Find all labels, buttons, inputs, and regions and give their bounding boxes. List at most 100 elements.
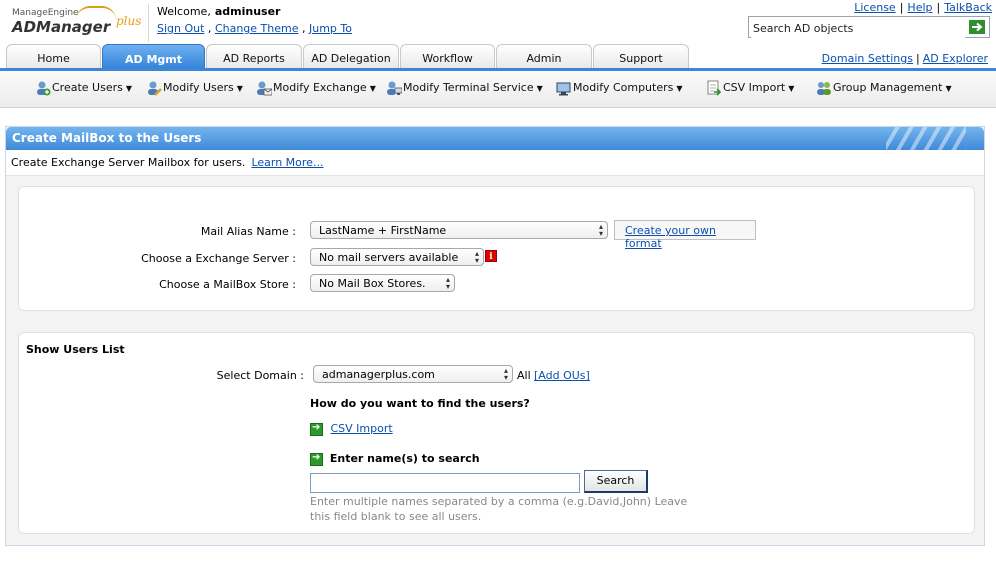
submenu-label: Modify Exchange (273, 81, 367, 94)
computers-icon (556, 82, 571, 96)
select-domain-label: Select Domain : (216, 369, 304, 382)
submenu-modify-computers[interactable]: Modify Computers ▼ (556, 80, 683, 98)
submenu-modify-users[interactable]: Modify Users ▼ (146, 80, 243, 98)
chevron-down-icon: ▼ (788, 83, 795, 93)
chevron-down-icon: ▼ (536, 83, 543, 93)
create-format-button[interactable]: Create your own format (614, 220, 756, 250)
modify-exchange-icon (257, 81, 272, 96)
create-users-icon (37, 81, 51, 96)
terminal-service-icon (387, 81, 402, 95)
csv-import-icon (707, 80, 722, 96)
modify-users-icon (148, 81, 162, 96)
mail-alias-value: LastName + FirstName (319, 224, 447, 237)
panel-title: Create MailBox to the Users (12, 131, 202, 145)
tab-workflow[interactable]: Workflow (400, 44, 495, 68)
header-decoration (886, 127, 966, 150)
select-arrows-icon: ▴ ▾ (474, 249, 479, 265)
select-arrows-icon: ▴ ▾ (598, 222, 603, 238)
submenu-modify-terminal-service[interactable]: Modify Terminal Service ▼ (386, 80, 543, 98)
mail-alias-select[interactable]: LastName + FirstName ▴ ▾ (310, 221, 608, 239)
username: adminuser (214, 5, 281, 18)
arrow-right-icon (310, 452, 323, 466)
header-divider (148, 4, 149, 42)
logo-plus: plus (116, 14, 142, 28)
panel-description: Create Exchange Server Mailbox for users… (6, 150, 984, 176)
domain-value: admanagerplus.com (322, 368, 435, 381)
search-go-button[interactable] (965, 17, 989, 37)
submenu-csv-import[interactable]: CSV Import ▼ (706, 80, 794, 98)
enter-names-option: Enter name(s) to search (310, 452, 480, 466)
domain-select[interactable]: admanagerplus.com ▴ ▾ (313, 365, 513, 383)
users-list-heading: Show Users List (26, 343, 125, 356)
tab-home[interactable]: Home (6, 44, 101, 68)
create-format-link[interactable]: Create your own format (625, 224, 716, 250)
jump-to-link[interactable]: Jump To (309, 22, 352, 35)
license-link[interactable]: License (854, 1, 895, 14)
tab-ad-delegation[interactable]: AD Delegation (303, 44, 399, 68)
csv-import-link[interactable]: CSV Import (331, 422, 393, 435)
mail-alias-label: Mail Alias Name : (200, 225, 296, 238)
submenu-create-users[interactable]: Create Users ▼ (35, 80, 132, 98)
panel-header: Create MailBox to the Users (6, 127, 984, 150)
tab-ad-mgmt[interactable]: AD Mgmt (102, 44, 205, 71)
names-search-input[interactable] (310, 473, 580, 493)
welcome-label: Welcome, (157, 5, 211, 18)
chevron-down-icon: ▼ (945, 83, 952, 93)
mailbox-settings-box: Mail Alias Name : LastName + FirstName ▴… (18, 186, 975, 311)
search-hint: Enter multiple names separated by a comm… (310, 495, 688, 523)
enter-names-label: Enter name(s) to search (329, 452, 480, 465)
csv-import-option: CSV Import (310, 422, 393, 436)
submenu-label: Group Management (833, 81, 943, 94)
exchange-server-label: Choose a Exchange Server : (141, 252, 296, 265)
chevron-down-icon: ▼ (676, 83, 683, 93)
users-list-box: Show Users List Select Domain : admanage… (18, 332, 975, 534)
app-logo: ManageEngine ADManager plus (12, 6, 147, 44)
header-links: Sign Out , Change Theme , Jump To (157, 22, 352, 35)
learn-more-link[interactable]: Learn More... (251, 156, 323, 169)
select-arrows-icon: ▴ ▾ (445, 275, 450, 291)
find-users-question: How do you want to find the users? (310, 397, 530, 410)
top-right-links: License | Help | TalkBack (854, 1, 992, 14)
search-button[interactable]: Search (584, 470, 648, 493)
group-management-icon (817, 82, 831, 95)
mailbox-store-select[interactable]: No Mail Box Stores. ▴ ▾ (310, 274, 455, 292)
submenu-label: CSV Import (723, 81, 786, 94)
help-link[interactable]: Help (907, 1, 932, 14)
change-theme-link[interactable]: Change Theme (215, 22, 299, 35)
tab-admin[interactable]: Admin (496, 44, 592, 68)
ad-search-box (748, 16, 990, 38)
talkback-link[interactable]: TalkBack (944, 1, 992, 14)
submenu-label: Modify Terminal Service (403, 81, 534, 94)
domain-settings-link[interactable]: Domain Settings (822, 52, 913, 65)
arrow-right-icon (310, 422, 323, 436)
create-mailbox-panel: Create MailBox to the Users Create Excha… (5, 126, 985, 546)
logo-vendor: ManageEngine (12, 8, 79, 18)
tab-ad-reports[interactable]: AD Reports (206, 44, 302, 68)
chevron-down-icon: ▼ (125, 83, 133, 93)
submenu-bar: Create Users ▼ Modify Users ▼ Modify Excha… (0, 71, 996, 108)
mailbox-store-label: Choose a MailBox Store : (159, 278, 296, 291)
ad-search-input[interactable] (751, 18, 965, 38)
sign-out-link[interactable]: Sign Out (157, 22, 204, 35)
welcome-text: Welcome, adminuser (157, 5, 280, 18)
chevron-down-icon: ▼ (236, 83, 243, 93)
tab-support[interactable]: Support (593, 44, 689, 68)
exchange-server-select[interactable]: No mail servers available ▴ ▾ (310, 248, 484, 266)
ad-explorer-link[interactable]: AD Explorer (923, 52, 988, 65)
domain-links: Domain Settings | AD Explorer (821, 52, 988, 65)
exchange-server-value: No mail servers available (319, 251, 459, 264)
submenu-label: Modify Computers (573, 81, 674, 94)
select-arrows-icon: ▴ ▾ (503, 366, 508, 382)
description-text: Create Exchange Server Mailbox for users… (11, 156, 246, 169)
info-warning-icon[interactable]: i (485, 250, 497, 262)
submenu-modify-exchange[interactable]: Modify Exchange ▼ (256, 80, 376, 98)
mailbox-store-value: No Mail Box Stores. (319, 277, 426, 290)
logo-product: ADManager (12, 18, 111, 36)
chevron-down-icon: ▼ (369, 83, 376, 93)
add-ous-link[interactable]: [Add OUs] (534, 369, 590, 382)
all-label: All (517, 369, 531, 382)
go-arrow-icon (969, 20, 985, 34)
submenu-label: Modify Users (163, 81, 234, 94)
submenu-label: Create Users (52, 81, 123, 94)
submenu-group-management[interactable]: Group Management ▼ (816, 80, 952, 98)
